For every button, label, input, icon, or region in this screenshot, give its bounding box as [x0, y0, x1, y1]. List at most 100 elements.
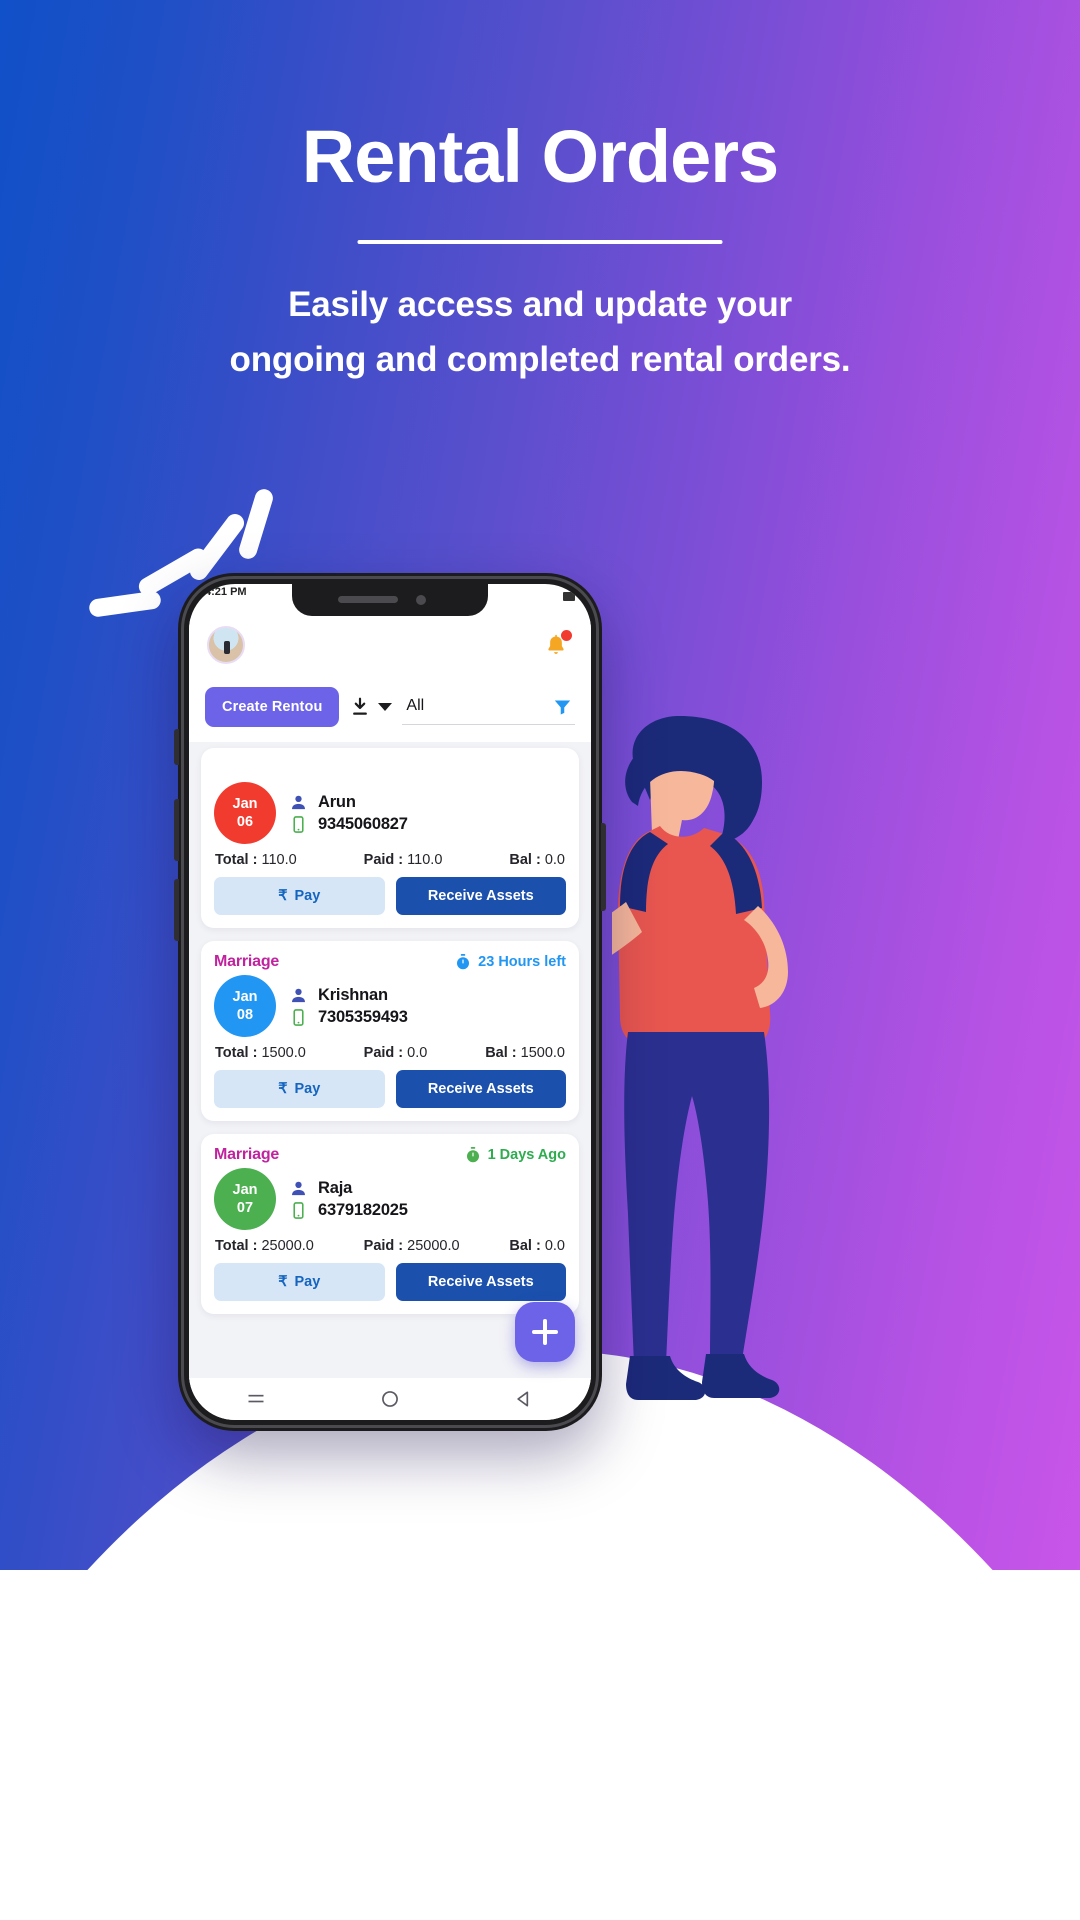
status-bar-time: 4:21 PM: [205, 586, 247, 598]
export-download-group[interactable]: [349, 696, 393, 718]
rental-order-card[interactable]: Marriage 23 Hours left Jan 08 Krishnan 7…: [201, 941, 579, 1121]
amount-row: Total : 1500.0 Paid : 0.0 Bal : 1500.0: [214, 1045, 566, 1061]
customer-info: Arun 9345060827: [289, 793, 408, 834]
phone-icon: [293, 1008, 304, 1026]
rupee-icon: ₹: [278, 1274, 288, 1290]
woman-illustration: [524, 715, 912, 1436]
total-label: Total :: [215, 1045, 258, 1061]
card-header: Marriage 1 Days Ago: [214, 1145, 566, 1165]
paid-value: 25000.0: [407, 1238, 460, 1254]
status-filter-value: All: [406, 697, 425, 714]
bal-value: 0.0: [544, 1238, 565, 1254]
status-filter-select[interactable]: All: [402, 690, 575, 725]
add-rental-fab[interactable]: [515, 1302, 575, 1362]
back-icon[interactable]: [514, 1389, 534, 1409]
phone-mockup: 4:21 PM Create Rentou All Jan 06 Arun 93…: [174, 573, 606, 1431]
title-divider: [357, 240, 723, 244]
customer-info: Raja 6379182025: [289, 1179, 408, 1220]
timer-badge: 23 Hours left: [454, 953, 566, 971]
android-nav-bar: [189, 1378, 591, 1420]
stopwatch-icon: [466, 1147, 479, 1163]
customer-name: Arun: [318, 792, 356, 811]
pay-label: Pay: [294, 1274, 321, 1290]
app-toolbar: Create Rentou All: [189, 678, 591, 736]
pay-button[interactable]: ₹ Pay: [214, 1070, 385, 1108]
bal-label: Bal :: [509, 1238, 541, 1254]
total-value: 110.0: [261, 852, 297, 868]
card-header: [214, 759, 566, 779]
date-badge: Jan 07: [214, 1168, 276, 1230]
rental-orders-list[interactable]: Jan 06 Arun 9345060827 Total: 110.0 Pai…: [189, 742, 591, 1382]
battery-icon: [563, 591, 575, 601]
paid-value: 110.0: [407, 852, 443, 868]
bal-value: 1500.0: [520, 1045, 565, 1061]
timer-label: 1 Days Ago: [487, 1147, 566, 1163]
date-badge: Jan 06: [214, 782, 276, 844]
paid-label: Paid :: [363, 1045, 404, 1061]
date-day: 07: [236, 1200, 254, 1216]
pay-button[interactable]: ₹ Pay: [214, 1263, 385, 1301]
total-value: 1500.0: [261, 1045, 306, 1061]
card-body: Jan 08 Krishnan 7305359493: [214, 975, 566, 1037]
date-day: 08: [236, 1007, 254, 1023]
page-title: Rental Orders: [301, 115, 779, 198]
customer-phone: 7305359493: [318, 1007, 408, 1026]
card-header: Marriage 23 Hours left: [214, 952, 566, 972]
customer-info: Krishnan 7305359493: [289, 986, 408, 1027]
receive-assets-button[interactable]: Receive Assets: [395, 1263, 566, 1301]
amount-row: Total : 25000.0 Paid : 25000.0 Bal : 0.0: [214, 1238, 566, 1254]
card-actions: ₹ Pay Receive Assets: [214, 877, 566, 915]
bal-label: Bal :: [509, 852, 541, 868]
phone-icon: [293, 815, 304, 833]
avatar[interactable]: [207, 626, 245, 664]
total-label: Total :: [215, 852, 258, 868]
phone-power-button: [601, 823, 606, 911]
card-body: Jan 06 Arun 9345060827: [214, 782, 566, 844]
app-header: [189, 618, 591, 672]
date-month: Jan: [232, 795, 258, 812]
amount-row: Total : 110.0 Paid : 110.0 Bal : 0.0: [214, 852, 566, 868]
create-rentout-button[interactable]: Create Rentou: [205, 687, 340, 727]
rental-order-card[interactable]: Marriage 1 Days Ago Jan 07 Raja 63791820…: [201, 1134, 579, 1314]
bal-value: 0.0: [544, 852, 565, 868]
rupee-icon: ₹: [278, 888, 288, 904]
page-subtitle: Easily access and update your ongoing an…: [229, 285, 851, 379]
notification-button[interactable]: [539, 628, 573, 662]
phone-volume-up: [174, 799, 179, 861]
date-day: 06: [236, 814, 254, 830]
bal-label: Bal :: [485, 1045, 517, 1061]
pay-label: Pay: [294, 888, 321, 904]
total-value: 25000.0: [261, 1238, 314, 1254]
rental-order-card[interactable]: Jan 06 Arun 9345060827 Total: 110.0 Pai…: [201, 748, 579, 928]
download-icon: [353, 697, 368, 715]
card-actions: ₹ Pay Receive Assets: [214, 1263, 566, 1301]
total-label: Total :: [215, 1238, 258, 1254]
timer-badge: 1 Days Ago: [464, 1146, 566, 1164]
paid-value: 0.0: [407, 1045, 428, 1061]
stopwatch-icon: [457, 954, 470, 970]
customer-name: Raja: [318, 1178, 353, 1197]
pay-button[interactable]: ₹ Pay: [214, 877, 385, 915]
recents-icon[interactable]: [246, 1389, 266, 1409]
phone-icon: [293, 1201, 304, 1219]
person-icon: [292, 795, 305, 809]
phone-mute-switch: [174, 729, 179, 765]
phone-screen: 4:21 PM Create Rentou All Jan 06 Arun 93…: [189, 584, 591, 1420]
paid-label: Paid :: [363, 1238, 404, 1254]
paid-label: Paid :: [363, 852, 404, 868]
funnel-filter-icon[interactable]: [552, 696, 573, 717]
person-icon: [292, 1181, 305, 1195]
phone-volume-down: [174, 879, 179, 941]
occasion-label: Marriage: [214, 953, 280, 970]
receive-assets-button[interactable]: Receive Assets: [395, 1070, 566, 1108]
rupee-icon: ₹: [278, 1081, 288, 1097]
customer-name: Krishnan: [318, 985, 388, 1004]
date-month: Jan: [232, 988, 258, 1005]
notification-badge: [561, 630, 572, 641]
receive-assets-button[interactable]: Receive Assets: [395, 877, 566, 915]
pay-label: Pay: [294, 1081, 321, 1097]
home-icon[interactable]: [380, 1389, 400, 1409]
person-icon: [292, 988, 305, 1002]
date-badge: Jan 08: [214, 975, 276, 1037]
customer-phone: 9345060827: [318, 814, 408, 833]
